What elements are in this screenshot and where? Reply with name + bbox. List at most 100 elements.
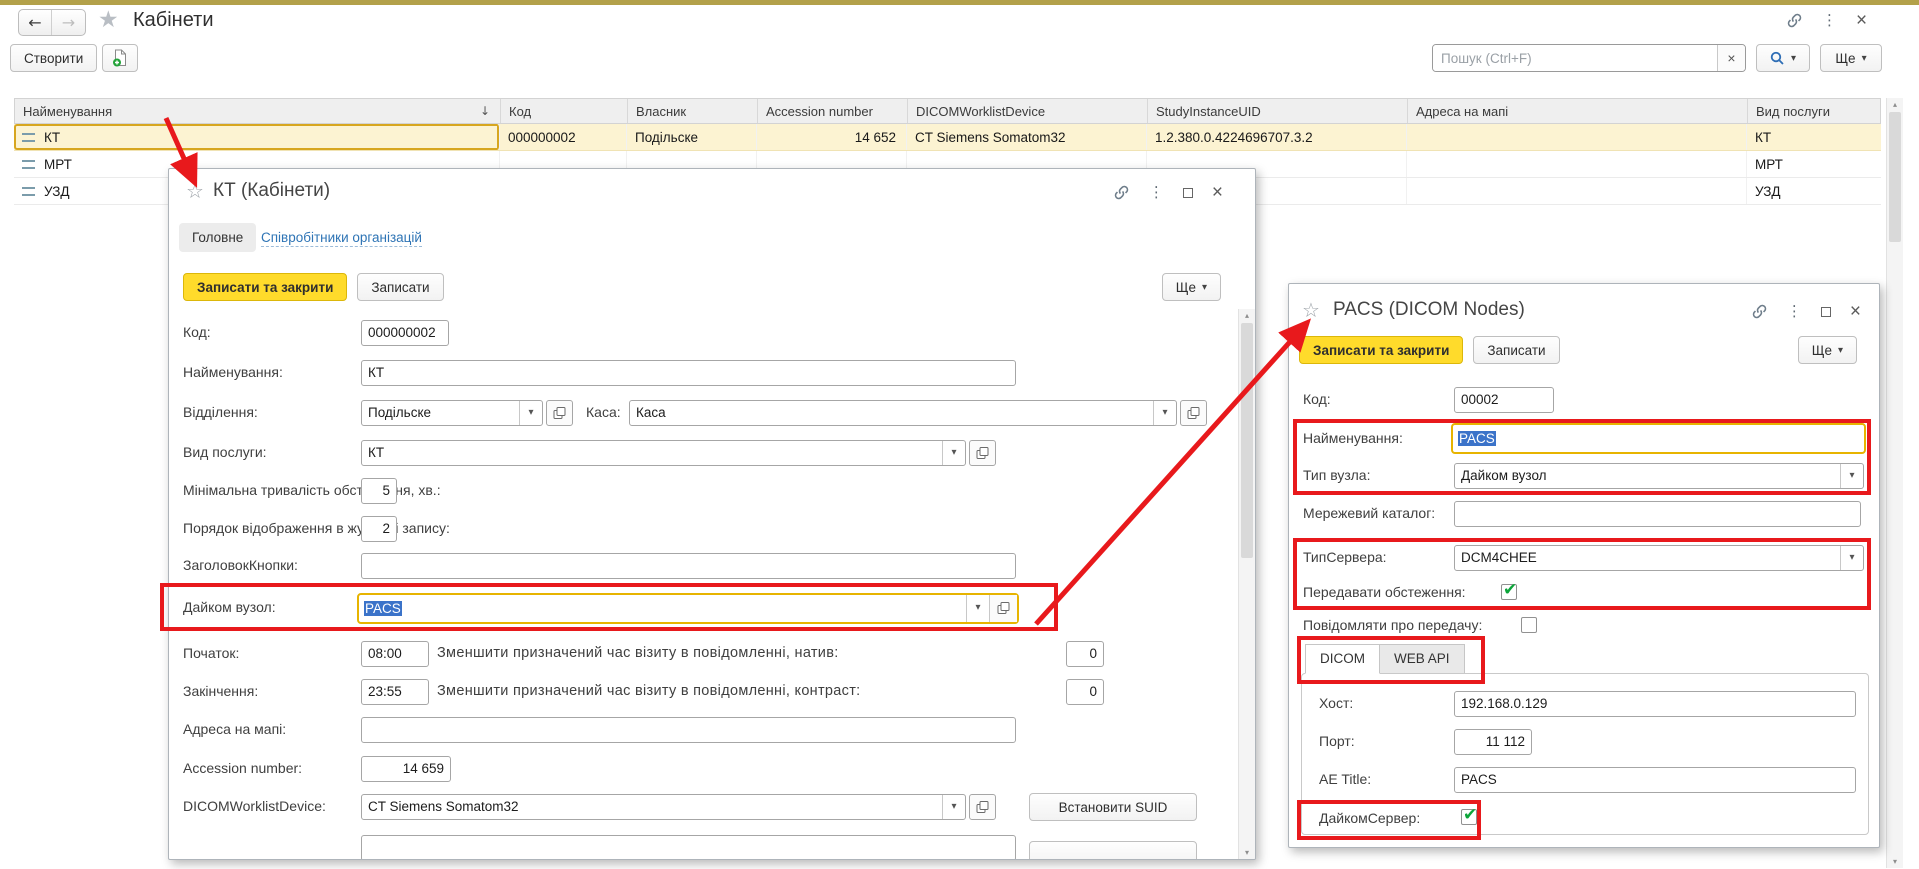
open-item-icon	[997, 602, 1010, 615]
scroll-up-icon[interactable]: ▴	[1887, 100, 1903, 109]
create-button[interactable]: Створити	[10, 44, 97, 72]
cell-service: УЗД	[1747, 178, 1879, 204]
chevron-down-icon[interactable]: ▾	[1840, 464, 1863, 488]
kasa-open-button[interactable]	[1180, 400, 1207, 426]
service-type-value: КТ	[362, 441, 942, 465]
department-open-button[interactable]	[546, 400, 573, 426]
save-button[interactable]: Записати	[1473, 336, 1559, 364]
code-field[interactable]: 000000002	[361, 320, 449, 346]
favorite-star-icon[interactable]: ★	[98, 7, 119, 33]
column-header-name[interactable]: Найменування↓	[15, 99, 501, 123]
dicom-node-select[interactable]: PACS ▾	[357, 593, 1019, 624]
department-select[interactable]: Подільске ▾	[361, 400, 543, 426]
column-header-accession[interactable]: Accession number	[758, 99, 908, 123]
more-menu-icon[interactable]: ⋮	[1149, 185, 1164, 200]
search-button[interactable]: ▾	[1756, 44, 1810, 72]
scroll-up-icon[interactable]: ▴	[1239, 311, 1255, 320]
more-button-main[interactable]: Ще▾	[1820, 44, 1882, 72]
transfer-study-checkbox[interactable]	[1501, 584, 1517, 600]
search-input[interactable]	[1433, 45, 1717, 71]
accession-field[interactable]: 14 659	[361, 756, 451, 782]
close-dialog-icon[interactable]: ×	[1212, 183, 1223, 202]
scrollbar-thumb[interactable]	[1241, 323, 1253, 558]
notify-transfer-checkbox[interactable]	[1521, 617, 1537, 633]
set-suid-button[interactable]: Встановити SUID	[1029, 793, 1197, 821]
forward-button[interactable]: →	[52, 10, 85, 35]
column-header-map-address[interactable]: Адреса на мапі	[1408, 99, 1748, 123]
get-link-icon[interactable]	[1786, 12, 1803, 29]
more-menu-icon[interactable]: ⋮	[1822, 13, 1837, 28]
close-window-icon[interactable]: ×	[1856, 11, 1867, 30]
host-field[interactable]: 192.168.0.129	[1454, 691, 1856, 717]
map-address-field[interactable]	[361, 717, 1016, 743]
maximize-icon[interactable]	[1821, 307, 1831, 317]
kasa-select[interactable]: Каса ▾	[629, 400, 1177, 426]
save-close-button[interactable]: Записати та закрити	[1299, 336, 1463, 364]
reduce-native-field[interactable]: 0	[1066, 641, 1104, 667]
chevron-down-icon[interactable]: ▾	[1840, 546, 1863, 570]
tab-employees[interactable]: Співробітники організацій	[261, 230, 422, 247]
scroll-down-icon[interactable]: ▾	[1887, 857, 1903, 866]
save-close-button[interactable]: Записати та закрити	[183, 273, 347, 301]
scrollbar-thumb[interactable]	[1889, 112, 1901, 242]
sort-descending-icon[interactable]: ↓	[480, 104, 490, 118]
column-header-service-type[interactable]: Вид послуги	[1748, 99, 1880, 123]
worklist-device-open-button[interactable]	[969, 794, 996, 820]
name-field[interactable]: PACS	[1451, 423, 1866, 454]
journal-order-field[interactable]: 2	[361, 516, 397, 542]
dialog-scrollbar[interactable]: ▴ ▾	[1238, 309, 1255, 859]
partial-button[interactable]	[1029, 841, 1197, 860]
maximize-icon[interactable]	[1183, 188, 1193, 198]
save-button[interactable]: Записати	[357, 273, 443, 301]
min-duration-field[interactable]: 5	[361, 478, 397, 504]
back-button[interactable]: ←	[19, 10, 52, 35]
tab-dicom[interactable]: DICOM	[1305, 644, 1380, 674]
name-field[interactable]: КТ	[361, 360, 1016, 386]
dialog-title: КТ (Кабінети)	[213, 180, 330, 202]
get-link-icon[interactable]	[1751, 303, 1768, 320]
button-title-field[interactable]	[361, 553, 1016, 579]
main-list-scrollbar[interactable]: ▴ ▾	[1886, 98, 1903, 868]
dicom-server-checkbox[interactable]	[1461, 809, 1477, 825]
create-new-group-button[interactable]	[102, 44, 138, 72]
column-header-study-uid[interactable]: StudyInstanceUID	[1148, 99, 1408, 123]
cell-map	[1407, 151, 1747, 177]
more-button[interactable]: Ще▾	[1798, 336, 1857, 364]
tab-web-api[interactable]: WEB API	[1380, 644, 1465, 674]
chevron-down-icon[interactable]: ▾	[1153, 401, 1176, 425]
window-title-bar: ← → ★ Кабінети ⋮ ×	[0, 5, 1919, 41]
service-type-open-button[interactable]	[969, 440, 996, 466]
more-button[interactable]: Ще▾	[1162, 273, 1221, 301]
network-dir-field[interactable]	[1454, 501, 1861, 527]
tab-main[interactable]: Головне	[179, 223, 256, 252]
dicom-node-open-button[interactable]	[989, 595, 1017, 622]
table-row-kt[interactable]: КТ 000000002 Подільске 14 652 CT Siemens…	[14, 124, 1881, 151]
chevron-down-icon[interactable]: ▾	[519, 401, 542, 425]
favorite-star-icon[interactable]: ☆	[186, 179, 204, 203]
chevron-down-icon[interactable]: ▾	[942, 795, 965, 819]
column-header-worklist-device[interactable]: DICOMWorklistDevice	[908, 99, 1148, 123]
chevron-down-icon[interactable]: ▾	[942, 441, 965, 465]
ae-title-field[interactable]: PACS	[1454, 767, 1856, 793]
server-type-select[interactable]: DCM4CHEE ▾	[1454, 545, 1864, 571]
search-icon	[1770, 51, 1785, 66]
worklist-device-select[interactable]: CT Siemens Somatom32 ▾	[361, 794, 966, 820]
column-header-code[interactable]: Код	[501, 99, 628, 123]
close-dialog-icon[interactable]: ×	[1850, 302, 1861, 321]
favorite-star-icon[interactable]: ☆	[1302, 298, 1320, 322]
partial-field[interactable]	[361, 835, 1016, 860]
end-time-field[interactable]: 23:55	[361, 679, 429, 705]
column-header-owner[interactable]: Власник	[628, 99, 758, 123]
chevron-down-icon[interactable]: ▾	[966, 595, 989, 622]
scroll-down-icon[interactable]: ▾	[1239, 848, 1255, 857]
node-type-select[interactable]: Дайком вузол ▾	[1454, 463, 1864, 489]
reduce-contrast-field[interactable]: 0	[1066, 679, 1104, 705]
port-field[interactable]: 11 112	[1454, 729, 1532, 755]
get-link-icon[interactable]	[1113, 184, 1130, 201]
service-type-select[interactable]: КТ ▾	[361, 440, 966, 466]
code-field[interactable]: 00002	[1454, 387, 1554, 413]
more-menu-icon[interactable]: ⋮	[1787, 304, 1802, 319]
clear-search-icon[interactable]: ×	[1717, 45, 1745, 71]
start-time-field[interactable]: 08:00	[361, 641, 429, 667]
cell-accession: 14 652	[757, 124, 907, 150]
